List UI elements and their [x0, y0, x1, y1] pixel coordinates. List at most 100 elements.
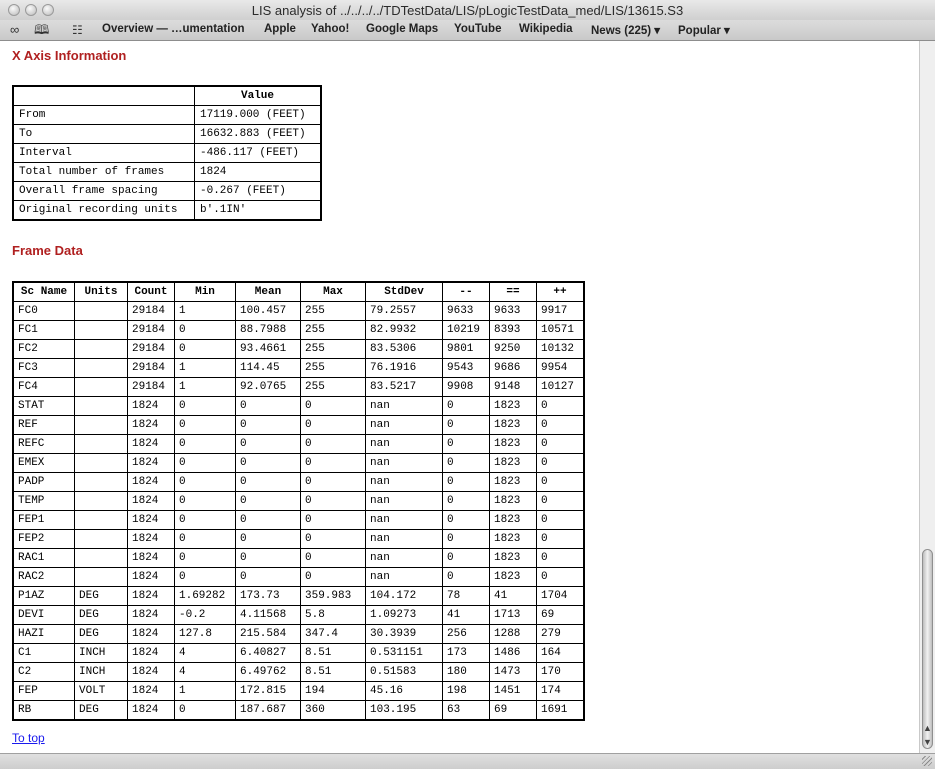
bookmark-yahoo[interactable]: Yahoo! — [311, 23, 349, 35]
table-cell: 255 — [300, 301, 366, 321]
table-cell: 29184 — [127, 358, 175, 378]
table-cell: DEG — [74, 624, 128, 644]
table-cell: 0 — [174, 510, 236, 530]
column-header: ++ — [536, 281, 585, 302]
table-cell: 198 — [442, 681, 490, 701]
table-header-row: Value — [12, 85, 322, 106]
table-cell — [74, 548, 128, 568]
table-cell: FEP — [12, 681, 75, 701]
table-cell: 0 — [442, 434, 490, 454]
table-cell: 0 — [300, 472, 366, 492]
x-axis-value-cell: 16632.883 (FEET) — [194, 124, 322, 144]
table-row: REF 1824 0 0 0 nan 0 1823 0 — [12, 415, 585, 435]
bookmark-overview[interactable]: Overview — …umentation — [102, 23, 245, 35]
table-cell: 279 — [536, 624, 585, 644]
reading-glasses-icon[interactable]: ∞ — [10, 23, 19, 37]
table-cell: 0 — [235, 491, 301, 511]
table-cell: 0 — [174, 529, 236, 549]
bookmark-news[interactable]: News (225) ▾ — [591, 23, 660, 37]
resize-grip-icon[interactable] — [922, 756, 932, 766]
table-cell: 10132 — [536, 339, 585, 359]
table-cell: 256 — [442, 624, 490, 644]
x-axis-label-cell: Original recording units — [12, 200, 195, 221]
table-cell: DEVI — [12, 605, 75, 625]
table-cell: 9908 — [442, 377, 490, 397]
table-row: From 17119.000 (FEET) — [12, 105, 322, 125]
bookmark-apple[interactable]: Apple — [264, 23, 296, 35]
table-cell: 0 — [174, 396, 236, 416]
table-row: Overall frame spacing -0.267 (FEET) — [12, 181, 322, 201]
table-cell: nan — [365, 567, 443, 587]
x-axis-label-cell: Interval — [12, 143, 195, 163]
table-cell: 172.815 — [235, 681, 301, 701]
bookmark-wikipedia[interactable]: Wikipedia — [519, 23, 573, 35]
table-cell: 82.9932 — [365, 320, 443, 340]
table-row: Total number of frames 1824 — [12, 162, 322, 182]
table-cell: FEP1 — [12, 510, 75, 530]
table-cell: 187.687 — [235, 700, 301, 721]
table-cell: 1824 — [127, 529, 175, 549]
x-axis-label-cell: From — [12, 105, 195, 125]
table-cell: nan — [365, 396, 443, 416]
table-cell: 255 — [300, 339, 366, 359]
table-cell: 10571 — [536, 320, 585, 340]
table-cell: 215.584 — [235, 624, 301, 644]
grid-icon[interactable]: ☷ — [72, 23, 83, 37]
table-row: C2 INCH 1824 4 6.49762 8.51 0.51583 180 1473 170 — [12, 662, 585, 682]
table-cell: 6.49762 — [235, 662, 301, 682]
table-row: RB DEG 1824 0 187.687 360 103.195 63 69 1691 — [12, 700, 585, 721]
table-row: FC3 29184 1 114.45 255 76.1916 9543 9686 9954 — [12, 358, 585, 378]
table-row: P1AZ DEG 1824 1.69282 173.73 359.983 104.172 78… — [12, 586, 585, 606]
table-cell — [74, 510, 128, 530]
scrollbar-thumb[interactable] — [922, 549, 933, 749]
table-cell: 79.2557 — [365, 301, 443, 321]
table-cell: 4 — [174, 643, 236, 663]
table-cell: EMEX — [12, 453, 75, 473]
table-cell: 0 — [536, 472, 585, 492]
table-cell: 1823 — [489, 396, 537, 416]
table-cell — [74, 567, 128, 587]
table-cell: 0 — [442, 415, 490, 435]
table-cell: 0 — [536, 548, 585, 568]
table-cell: 0 — [300, 415, 366, 435]
table-row: To 16632.883 (FEET) — [12, 124, 322, 144]
table-cell: 1 — [174, 681, 236, 701]
table-cell: 29184 — [127, 301, 175, 321]
table-cell: P1AZ — [12, 586, 75, 606]
table-cell: 0 — [174, 434, 236, 454]
table-cell: DEG — [74, 700, 128, 721]
scroll-up-icon[interactable]: ▲ — [923, 723, 932, 733]
vertical-scrollbar[interactable]: ▲ ▼ — [919, 41, 935, 753]
table-cell: FC2 — [12, 339, 75, 359]
table-cell: 1823 — [489, 415, 537, 435]
table-cell: 88.7988 — [235, 320, 301, 340]
table-cell: 0 — [442, 529, 490, 549]
table-cell: -0.2 — [174, 605, 236, 625]
x-axis-heading: X Axis Information — [12, 48, 127, 63]
table-cell — [74, 491, 128, 511]
table-row: STAT 1824 0 0 0 nan 0 1823 0 — [12, 396, 585, 416]
table-cell: 1824 — [127, 491, 175, 511]
table-cell: 9633 — [442, 301, 490, 321]
table-cell: 347.4 — [300, 624, 366, 644]
table-row: FEP VOLT 1824 1 172.815 194 45.16 198 1451 174 — [12, 681, 585, 701]
table-cell: 9250 — [489, 339, 537, 359]
table-cell: 29184 — [127, 339, 175, 359]
bookmark-popular[interactable]: Popular ▾ — [678, 23, 730, 37]
bookmark-youtube[interactable]: YouTube — [454, 23, 501, 35]
table-cell: 0 — [300, 434, 366, 454]
book-icon[interactable]: 🕮 — [34, 23, 49, 37]
table-cell: 1288 — [489, 624, 537, 644]
table-cell: 9954 — [536, 358, 585, 378]
table-cell: 29184 — [127, 320, 175, 340]
bookmark-google-maps[interactable]: Google Maps — [366, 23, 438, 35]
x-axis-label-cell: To — [12, 124, 195, 144]
to-top-link[interactable]: To top — [12, 731, 45, 745]
scroll-down-icon[interactable]: ▼ — [923, 737, 932, 747]
table-cell: 1824 — [127, 415, 175, 435]
status-bar — [0, 753, 935, 769]
table-cell: 0 — [300, 510, 366, 530]
table-cell: nan — [365, 529, 443, 549]
table-cell: 0 — [174, 491, 236, 511]
table-cell: 1823 — [489, 529, 537, 549]
